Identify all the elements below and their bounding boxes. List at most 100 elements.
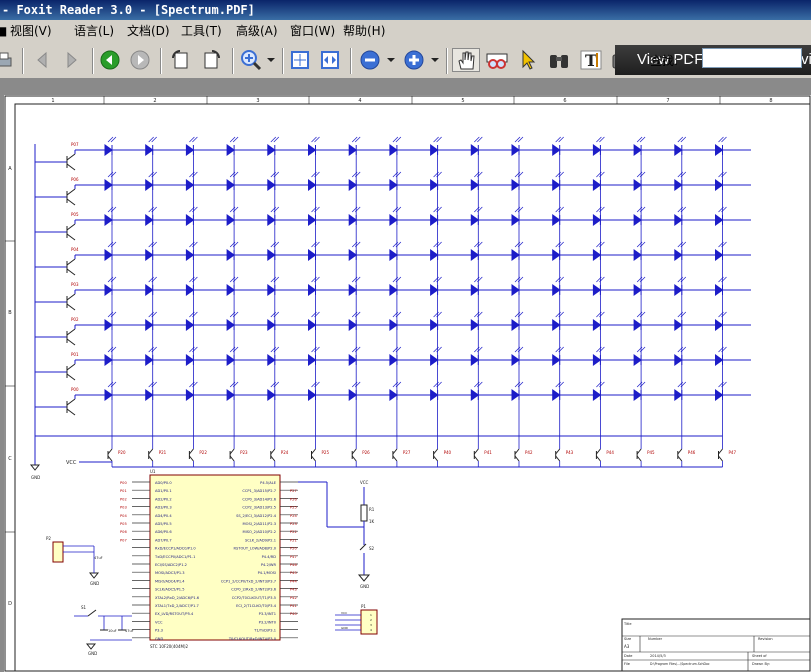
- c2-label: 10uF: [108, 629, 117, 633]
- led-diode: [308, 144, 317, 156]
- column-transistor-label: P46: [688, 450, 696, 455]
- app-menu-icon[interactable]: ■: [0, 20, 7, 42]
- fit-page-icon[interactable]: [288, 48, 312, 72]
- mcu-right-pin-label: CCP0_3/AD14/P2.6: [242, 497, 276, 501]
- search-dropdown-icon[interactable]: [688, 57, 696, 65]
- select-arrow-icon[interactable]: [516, 48, 540, 72]
- led-emission-arrow: [148, 136, 154, 143]
- hand-icon[interactable]: [452, 48, 480, 72]
- mcu-right-net: P20: [290, 547, 297, 551]
- col-transistor-collector: [107, 448, 113, 455]
- col-transistor-emitter: [596, 455, 601, 462]
- col-transistor-collector: [392, 448, 398, 455]
- menu-document[interactable]: 文档(D): [127, 20, 170, 42]
- zoom-out-icon[interactable]: [358, 48, 382, 72]
- mcu-left-pin-label: AD1/P0.1: [155, 489, 172, 493]
- led-emission-arrow: [474, 136, 480, 143]
- menu-help[interactable]: 帮助(H): [343, 20, 385, 42]
- zoom-in-dropdown-icon[interactable]: [430, 48, 440, 72]
- forward-icon[interactable]: [128, 48, 152, 72]
- rotate-ccw-icon[interactable]: [168, 48, 194, 72]
- mcu-right-pin-label: P4.2/WR: [261, 563, 277, 567]
- fit-width-icon[interactable]: [318, 48, 342, 72]
- c-label: 47uF: [94, 556, 103, 560]
- menu-language[interactable]: 语言(L): [74, 20, 114, 42]
- led-diode: [389, 284, 398, 296]
- mcu-left-pin-label: P3.3: [155, 629, 163, 633]
- r1-value: 1K: [369, 519, 375, 524]
- menu-tools[interactable]: 工具(T): [181, 20, 222, 42]
- mcu-right-net: P26: [290, 497, 297, 501]
- led-diode: [226, 284, 235, 296]
- next-page-icon[interactable]: [60, 48, 84, 72]
- p1-pin-number: 4: [370, 628, 372, 632]
- led-diode: [674, 389, 683, 401]
- led-diode: [308, 284, 317, 296]
- col-transistor-collector: [270, 448, 276, 455]
- document-area[interactable]: 1 2 3 4 5 6 7 8 A B C D P07 P06 P05 P04 P03 P02 P01 P00 GND P…: [0, 78, 811, 672]
- led-diode: [633, 284, 642, 296]
- col-transistor-collector: [311, 448, 316, 455]
- mcu-right-pin-label: CCP2_3/AD13/P2.5: [242, 506, 276, 510]
- led-diode: [552, 354, 561, 366]
- col-transistor-emitter: [392, 455, 398, 462]
- mcu-right-pin-label: SCLK_2/AD9/P2.1: [245, 538, 276, 542]
- menu-window[interactable]: 窗口(W): [290, 20, 335, 42]
- mcu-left-pin-label: SCLK/ADC5/P1.5: [155, 588, 184, 592]
- led-diode: [592, 249, 602, 261]
- mcu-left-pin-label: RxD/ECCP1/ADC0/P1.0: [155, 547, 196, 551]
- rotate-cw-icon[interactable]: [198, 48, 224, 72]
- menu-view[interactable]: 视图(V): [10, 20, 52, 42]
- led-emission-arrow: [433, 136, 439, 143]
- zoom-in-icon[interactable]: [238, 48, 264, 72]
- zoom-dropdown-icon[interactable]: [266, 48, 276, 72]
- mcu-left-pin-label: ECI/SS/ADC2/P1.2: [155, 563, 187, 567]
- column-label: 8: [769, 98, 772, 104]
- mcu-right-net: P23: [290, 522, 297, 526]
- led-emission-arrow: [392, 136, 399, 143]
- col-transistor-emitter: [555, 455, 561, 462]
- col-transistor-collector: [351, 448, 357, 455]
- column-label: 3: [256, 98, 259, 104]
- led-diode: [267, 354, 276, 366]
- led-emission-arrow: [395, 136, 402, 143]
- row-transistor-label: P04: [71, 247, 79, 252]
- search-label: 查找:: [650, 54, 679, 68]
- print-icon[interactable]: [0, 48, 14, 72]
- led-diode: [715, 179, 724, 191]
- led-diode: [104, 284, 113, 296]
- led-diode: [226, 249, 235, 261]
- back-icon[interactable]: [98, 48, 122, 72]
- column-label: 2: [153, 98, 156, 104]
- col-transistor-collector: [555, 448, 561, 455]
- led-diode: [267, 389, 276, 401]
- zoom-in-plus-icon[interactable]: [402, 48, 426, 72]
- led-diode: [470, 319, 480, 331]
- row-transistor-label: P01: [71, 352, 79, 357]
- led-emission-arrow: [229, 136, 236, 143]
- col-transistor-emitter: [473, 455, 479, 462]
- led-diode: [430, 144, 439, 156]
- text-select-icon[interactable]: T: [578, 48, 604, 72]
- mcu-left-pin-label: VCC: [155, 620, 163, 624]
- r1-label: R1: [369, 507, 375, 512]
- led-diode: [308, 389, 317, 401]
- led-diode: [592, 319, 602, 331]
- binoculars-icon[interactable]: [546, 48, 572, 72]
- menu-advanced[interactable]: 高级(A): [236, 20, 278, 42]
- zoom-out-dropdown-icon[interactable]: [386, 48, 396, 72]
- search-input[interactable]: [702, 48, 802, 68]
- tb-date: 2014/5/3: [650, 654, 666, 658]
- led-emission-arrow: [477, 136, 483, 143]
- led-diode: [430, 284, 439, 296]
- tb-revision-label: Revision: [758, 637, 773, 641]
- mcu-right-net: P27: [290, 489, 297, 493]
- led-diode: [145, 319, 154, 331]
- prev-page-icon[interactable]: [30, 48, 54, 72]
- column-label: 6: [563, 98, 566, 104]
- snapshot-glasses-icon[interactable]: [484, 48, 510, 72]
- pdf-page[interactable]: 1 2 3 4 5 6 7 8 A B C D P07 P06 P05 P04 P03 P02 P01 P00 GND P…: [4, 95, 811, 672]
- led-emission-arrow: [314, 136, 320, 143]
- led-diode: [104, 319, 113, 331]
- col-transistor-collector: [433, 448, 438, 455]
